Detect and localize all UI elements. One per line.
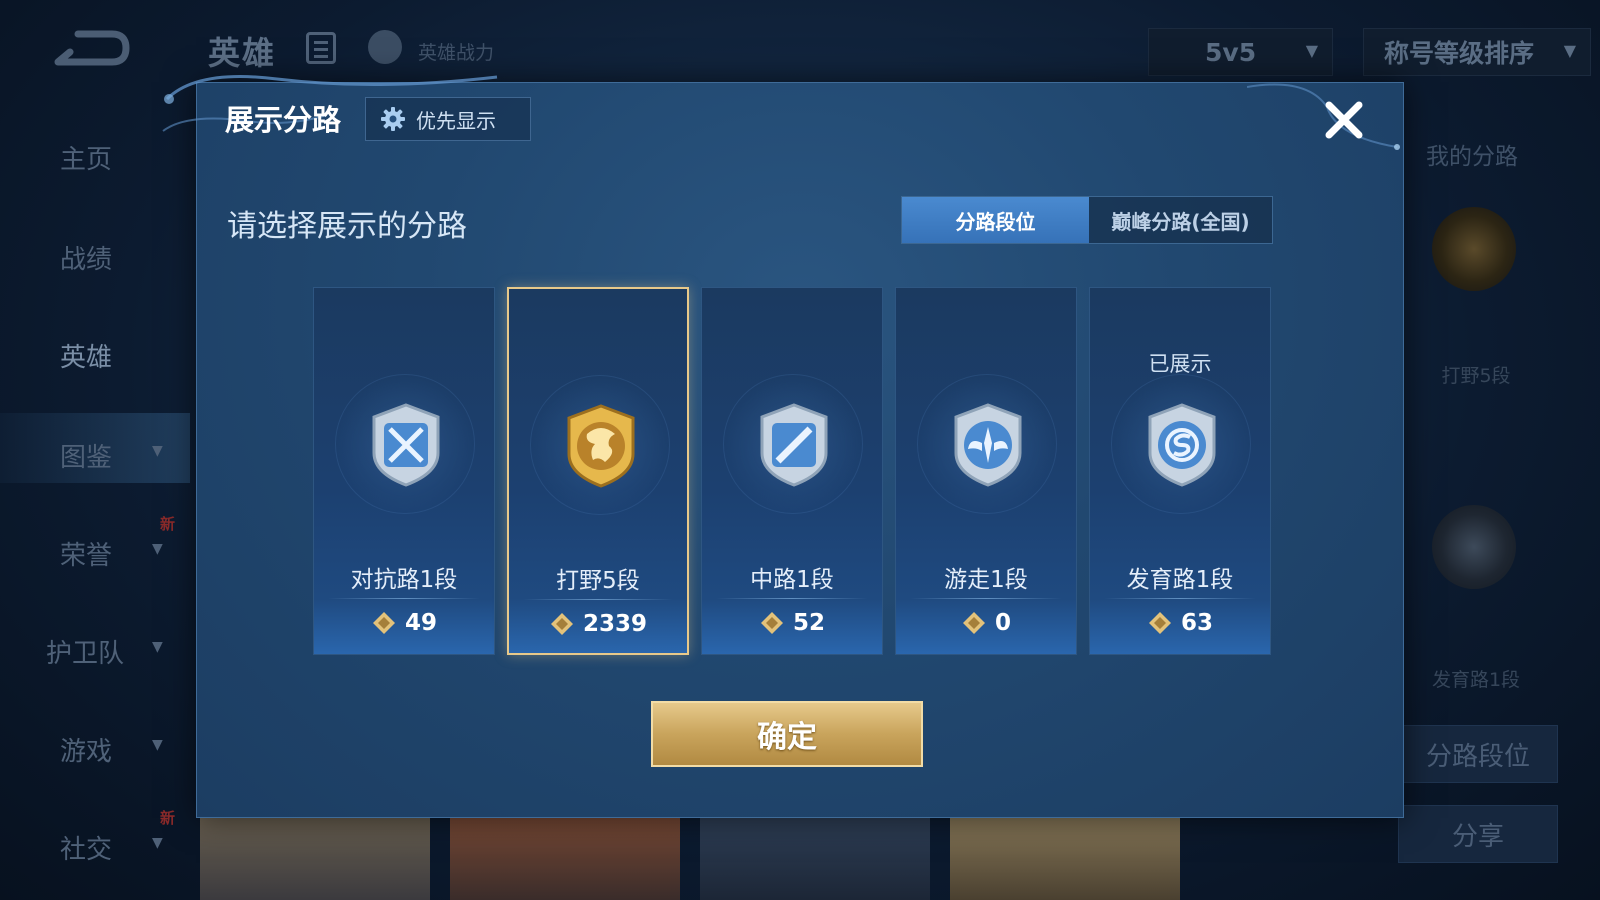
emblem-ring <box>723 374 863 514</box>
lane-rank-button[interactable]: 分路段位 <box>1398 725 1558 783</box>
sidebar: 主页 战绩 英雄 图鉴 ▼ 荣誉 ▼ 新护卫队 ▼ 游戏 ▼ 社交 ▼ 新 <box>0 95 190 900</box>
lane-score: 0 <box>896 610 1076 636</box>
sidebar-item[interactable]: 游戏 ▼ <box>0 717 190 777</box>
lane-score: 2339 <box>509 611 687 637</box>
sidebar-item[interactable]: 战绩 <box>0 225 190 285</box>
lane-card-list: 对抗路1段 49 打野5段 2339 中路1段 52 游走1段 0 已展示 发育… <box>313 287 1283 657</box>
rank-score-icon <box>962 612 985 634</box>
rank-score-icon <box>760 612 783 634</box>
clash-lane-emblem-icon <box>372 403 440 487</box>
sidebar-item-label: 主页 <box>60 145 113 175</box>
sidebar-item[interactable]: 护卫队 ▼ <box>0 619 190 679</box>
lane-score-value: 52 <box>792 610 825 636</box>
lane-name: 游走1段 <box>944 567 1028 593</box>
priority-display-button[interactable]: 优先显示 <box>365 97 531 141</box>
lane-score-value: 63 <box>1180 610 1213 636</box>
hero-portrait[interactable] <box>700 812 930 900</box>
mode-dropdown[interactable]: 5v5 ▼ <box>1148 28 1333 76</box>
hero-portrait[interactable] <box>950 812 1180 900</box>
my-lane-1-label: 打野5段 <box>1441 365 1511 387</box>
emblem-ring <box>530 375 670 515</box>
lane-score-value: 49 <box>404 610 437 636</box>
chevron-down-icon: ▼ <box>152 639 163 655</box>
rank-score-icon <box>550 613 573 635</box>
lane-name: 对抗路1段 <box>350 567 458 593</box>
tab-peak-lane-national[interactable]: 巅峰分路(全国) <box>1089 197 1272 243</box>
list-icon[interactable] <box>306 32 336 64</box>
new-badge: 新 <box>160 809 176 827</box>
sidebar-item-label: 护卫队 <box>46 639 125 669</box>
jungle-emblem-icon <box>1432 207 1516 291</box>
mode-dropdown-value: 5v5 <box>1205 37 1257 67</box>
sort-dropdown[interactable]: 称号等级排序 ▼ <box>1363 28 1591 76</box>
lane-card-clash[interactable]: 对抗路1段 49 <box>313 287 495 655</box>
hero-portrait-strip <box>200 812 1200 900</box>
chevron-down-icon: ▼ <box>152 835 163 851</box>
gear-icon <box>381 107 405 131</box>
emblem-ring <box>917 374 1057 514</box>
tab-lane-rank[interactable]: 分路段位 <box>902 197 1089 243</box>
hero-portrait[interactable] <box>200 812 430 900</box>
lane-score-value: 2339 <box>582 611 647 637</box>
dialog-subtitle: 请选择展示的分路 <box>227 209 467 244</box>
lane-name: 中路1段 <box>750 567 834 593</box>
sidebar-item-label: 战绩 <box>60 245 113 275</box>
lane-name: 打野5段 <box>556 568 640 594</box>
sidebar-item-label: 游戏 <box>60 737 113 767</box>
sidebar-item[interactable]: 社交 ▼ 新 <box>0 809 190 875</box>
lane-display-dialog: 展示分路 优先显示 请选择展示的分路 分路段位 巅峰分路(全国) 对抗路1段 4… <box>162 75 1404 818</box>
lane-card-jungle[interactable]: 打野5段 2339 <box>507 287 689 655</box>
rank-score-icon <box>372 612 395 634</box>
my-lanes-title: 我的分路 <box>1426 144 1518 170</box>
divider <box>328 598 480 599</box>
lane-name: 发育路1段 <box>1126 567 1234 593</box>
farm-lane-emblem-icon <box>1148 403 1216 487</box>
priority-display-label: 优先显示 <box>416 108 496 133</box>
chevron-down-icon: ▼ <box>1563 41 1576 60</box>
back-arrow-icon[interactable] <box>50 28 130 68</box>
confirm-button[interactable]: 确定 <box>651 701 923 767</box>
divider <box>1104 598 1256 599</box>
lane-score-value: 0 <box>994 610 1011 636</box>
sidebar-item[interactable]: 荣誉 ▼ 新 <box>0 515 190 581</box>
roam-wings-emblem-icon <box>954 403 1022 487</box>
lane-tab-switcher: 分路段位 巅峰分路(全国) <box>901 196 1273 244</box>
sidebar-item-label: 荣誉 <box>60 541 113 571</box>
farm-lane-emblem-icon <box>1432 505 1516 589</box>
page-title: 英雄 <box>208 34 277 72</box>
sidebar-item[interactable]: 英雄 <box>0 323 190 383</box>
close-icon[interactable] <box>1321 97 1367 143</box>
emblem-ring <box>335 374 475 514</box>
share-button[interactable]: 分享 <box>1398 805 1558 863</box>
dialog-title: 展示分路 <box>225 103 342 137</box>
lane-score: 49 <box>314 610 494 636</box>
rank-score-icon <box>1148 612 1171 634</box>
lane-score: 63 <box>1090 610 1270 636</box>
mid-lane-emblem-icon <box>760 403 828 487</box>
lane-card-mid[interactable]: 中路1段 52 <box>701 287 883 655</box>
new-badge: 新 <box>160 515 176 533</box>
my-lanes-panel: 我的分路 打野5段 发育路1段 分路段位 分享 <box>1398 95 1600 900</box>
sidebar-item-label: 社交 <box>60 835 113 865</box>
jungle-dragon-emblem-icon <box>567 404 635 488</box>
sidebar-item-label: 图鉴 <box>60 443 113 473</box>
hero-power-icon[interactable] <box>368 30 402 64</box>
emblem-ring <box>1111 374 1251 514</box>
lane-card-farm[interactable]: 已展示 发育路1段 63 <box>1089 287 1271 655</box>
my-lane-2-label: 发育路1段 <box>1431 669 1521 691</box>
divider <box>910 598 1062 599</box>
hero-power-label[interactable]: 英雄战力 <box>418 38 494 65</box>
sidebar-item[interactable]: 图鉴 ▼ <box>0 423 190 483</box>
hero-portrait[interactable] <box>450 812 680 900</box>
chevron-down-icon: ▼ <box>152 737 163 753</box>
divider <box>523 599 673 600</box>
divider <box>716 598 868 599</box>
lane-score: 52 <box>702 610 882 636</box>
sidebar-item-label: 英雄 <box>60 343 113 373</box>
chevron-down-icon: ▼ <box>152 541 163 557</box>
lane-card-roam[interactable]: 游走1段 0 <box>895 287 1077 655</box>
sort-dropdown-value: 称号等级排序 <box>1384 39 1535 68</box>
chevron-down-icon: ▼ <box>152 443 163 459</box>
chevron-down-icon: ▼ <box>1305 41 1318 60</box>
